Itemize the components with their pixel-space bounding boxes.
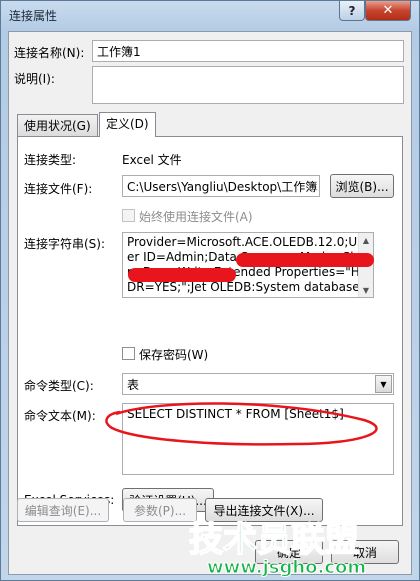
redaction-mark	[236, 253, 374, 267]
save-password-checkbox[interactable]	[122, 347, 135, 360]
cmd-text-label: 命令文本(M):	[24, 409, 96, 423]
title-bar[interactable]: 连接属性 ? ✕	[1, 1, 419, 31]
tab-usage[interactable]: 使用状况(G)	[17, 114, 98, 136]
redaction-mark	[128, 268, 236, 282]
chevron-down-icon[interactable]: ▼	[375, 375, 392, 393]
help-button[interactable]: ?	[339, 1, 365, 21]
scroll-up-icon[interactable]: ▲	[359, 233, 373, 247]
definition-panel: 连接类型: Excel 文件 连接文件(F): C:\Users\Yangliu…	[17, 136, 403, 526]
always-use-file-checkbox[interactable]	[122, 209, 135, 222]
conn-name-input[interactable]: 工作簿1	[92, 40, 404, 62]
description-label: 说明(I):	[14, 72, 55, 86]
always-use-file-label: 始终使用连接文件(A)	[139, 210, 253, 224]
tab-definition[interactable]: 定义(D)	[99, 112, 156, 137]
scroll-down-icon[interactable]: ▼	[359, 283, 373, 297]
conn-file-input[interactable]: C:\Users\Yangliu\Desktop\工作簿	[122, 175, 320, 197]
red-circle-annotation	[105, 402, 378, 446]
conn-type-value: Excel 文件	[122, 153, 182, 167]
dialog-body: 连接名称(N): 工作簿1 说明(I): 使用状况(G) 定义(D) 连接类型:…	[8, 31, 412, 575]
browse-button[interactable]: 浏览(B)...	[330, 174, 394, 198]
conn-type-label: 连接类型:	[24, 153, 77, 167]
description-input[interactable]	[92, 66, 404, 104]
window-title: 连接属性	[9, 9, 58, 23]
connection-properties-window: 连接属性 ? ✕ 连接名称(N): 工作簿1 说明(I): 使用状况(G) 定义…	[0, 0, 420, 581]
conn-name-label: 连接名称(N):	[14, 46, 85, 60]
conn-file-label: 连接文件(F):	[24, 182, 93, 196]
conn-string-label: 连接字符串(S):	[24, 237, 106, 251]
watermark-text: 技术员联盟	[189, 520, 359, 560]
save-password-label: 保存密码(W)	[139, 348, 209, 362]
watermark-logo: 技术员联盟 www.jsgho.com	[185, 515, 415, 578]
close-button[interactable]: ✕	[365, 1, 411, 21]
cmd-type-value: 表	[127, 378, 140, 392]
edit-query-button[interactable]: 编辑查询(E)...	[17, 498, 109, 522]
watermark-url: www.jsgho.com	[207, 557, 366, 577]
cmd-type-label: 命令类型(C):	[24, 379, 94, 393]
